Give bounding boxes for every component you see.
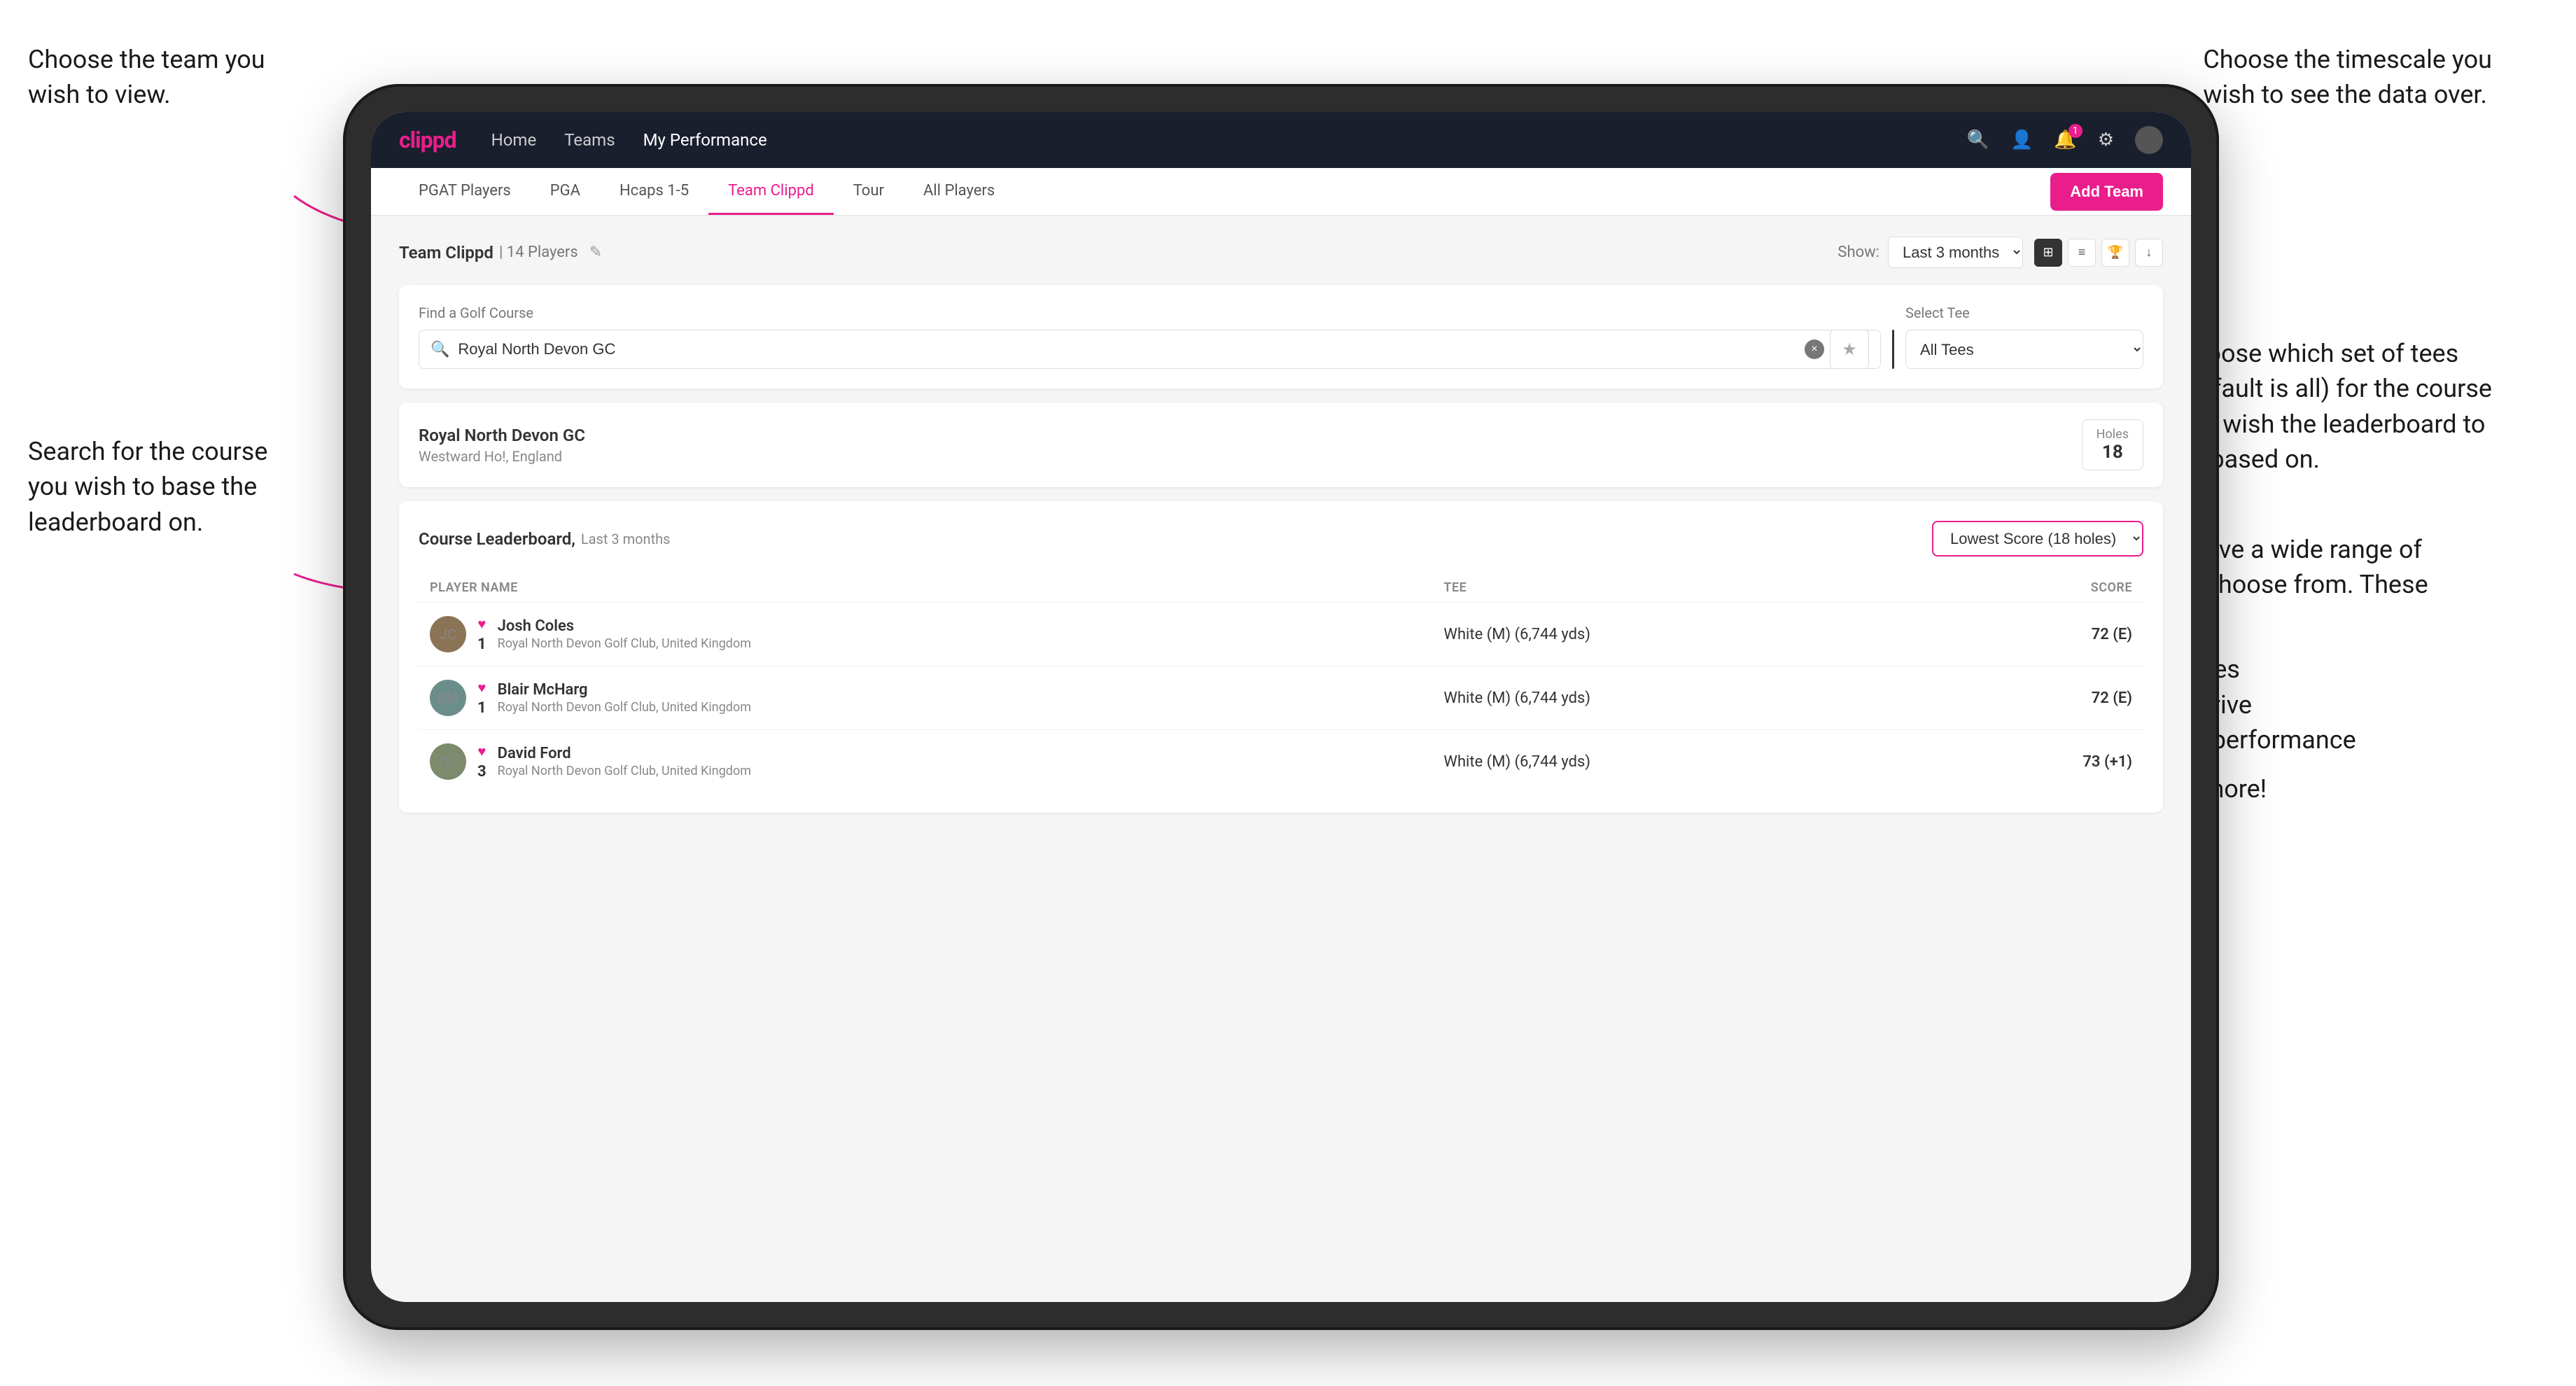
show-select[interactable]: Last 3 months xyxy=(1888,237,2023,268)
holes-count: 18 xyxy=(2102,442,2123,463)
heart-icon: ♥ xyxy=(477,743,486,760)
sub-nav-tabs: PGAT Players PGA Hcaps 1-5 Team Clippd T… xyxy=(399,168,1014,215)
holes-label: Holes xyxy=(2096,427,2129,442)
nav-my-performance[interactable]: My Performance xyxy=(643,130,767,150)
find-course-label: Find a Golf Course xyxy=(419,304,1821,321)
player-details: Blair McHarg Royal North Devon Golf Club… xyxy=(498,681,751,715)
edit-team-icon[interactable]: ✎ xyxy=(589,244,602,261)
heart-icon: ♥ xyxy=(477,615,486,633)
player-club: Royal North Devon Golf Club, United King… xyxy=(498,636,751,651)
course-location: Westward Ho!, England xyxy=(419,448,2082,465)
search-icon[interactable]: 🔍 xyxy=(1967,130,1989,150)
col-tee: TEE xyxy=(1432,573,1931,603)
player-name: Blair McHarg xyxy=(498,681,751,699)
annotation-top-left: Choose the team you wish to view. xyxy=(28,42,265,113)
player-score: 73 (+1) xyxy=(1931,730,2143,794)
download-button[interactable]: ↓ xyxy=(2135,239,2163,267)
user-icon[interactable]: 👤 xyxy=(2010,130,2033,150)
heart-icon: ♥ xyxy=(477,679,486,696)
tab-all-players[interactable]: All Players xyxy=(904,168,1014,215)
select-tee-label: Select Tee xyxy=(1905,304,2143,321)
player-details: David Ford Royal North Devon Golf Club, … xyxy=(498,745,751,778)
navbar: clippd Home Teams My Performance 🔍 👤 🔔 1… xyxy=(371,112,2191,168)
favourite-button[interactable]: ★ xyxy=(1830,330,1869,369)
tab-team-clippd[interactable]: Team Clippd xyxy=(708,168,834,215)
search-card-labels: Find a Golf Course Select Tee xyxy=(419,304,2143,321)
settings-icon[interactable]: ⚙ xyxy=(2098,130,2114,150)
player-rank-section: ♥ 3 xyxy=(477,743,486,780)
leaderboard-table: PLAYER NAME TEE SCORE JC ♥ 1 xyxy=(419,573,2143,793)
annotation-mid-left: Search for the course you wish to base t… xyxy=(28,434,267,540)
nav-icons: 🔍 👤 🔔 1 ⚙ xyxy=(1967,126,2163,154)
notification-badge: 1 xyxy=(2068,124,2082,138)
holes-badge: Holes 18 xyxy=(2082,419,2143,470)
player-rank-section: ♥ 1 xyxy=(477,615,486,653)
nav-links: Home Teams My Performance xyxy=(491,130,767,150)
course-result: Royal North Devon GC Westward Ho!, Engla… xyxy=(399,402,2163,487)
course-info: Royal North Devon GC Westward Ho!, Engla… xyxy=(419,426,2082,465)
team-count: | 14 Players xyxy=(499,244,578,261)
app-container: clippd Home Teams My Performance 🔍 👤 🔔 1… xyxy=(371,112,2191,1302)
list-view-button[interactable]: ≡ xyxy=(2068,239,2096,267)
tab-pga[interactable]: PGA xyxy=(531,168,600,215)
score-type-select[interactable]: Lowest Score (18 holes) xyxy=(1932,521,2143,556)
annotation-mid-right: Choose which set of tees (default is all… xyxy=(2176,336,2492,477)
table-row: DF ♥ 3 David Ford Royal North Devon Golf… xyxy=(419,730,2143,794)
player-rank: 3 xyxy=(477,763,486,780)
table-row: JC ♥ 1 Josh Coles Royal North Devon Golf… xyxy=(419,603,2143,666)
avatar[interactable] xyxy=(2135,126,2163,154)
player-avatar: DF xyxy=(430,743,466,780)
player-score: 72 (E) xyxy=(1931,666,2143,730)
player-details: Josh Coles Royal North Devon Golf Club, … xyxy=(498,617,751,651)
course-name: Royal North Devon GC xyxy=(419,426,2082,445)
col-player: PLAYER NAME xyxy=(419,573,1432,603)
annotation-top-right: Choose the timescale you wish to see the… xyxy=(2203,42,2492,113)
search-card: Find a Golf Course Select Tee 🔍 × ★ All … xyxy=(399,285,2163,388)
team-header: Team Clippd | 14 Players ✎ Show: Last 3 … xyxy=(399,237,2163,268)
main-content: Team Clippd | 14 Players ✎ Show: Last 3 … xyxy=(371,216,2191,1302)
player-name: Josh Coles xyxy=(498,617,751,635)
leaderboard-subtitle: Last 3 months xyxy=(581,531,671,547)
player-rank: 1 xyxy=(477,636,486,653)
nav-teams[interactable]: Teams xyxy=(564,130,615,150)
player-club: Royal North Devon Golf Club, United King… xyxy=(498,700,751,715)
course-search-input[interactable] xyxy=(458,340,1805,358)
player-avatar: BM xyxy=(430,680,466,716)
search-input-wrapper: 🔍 × ★ xyxy=(419,330,1881,369)
player-tee: White (M) (6,744 yds) xyxy=(1432,730,1931,794)
search-row: 🔍 × ★ All Tees xyxy=(419,330,2143,369)
player-rank-section: ♥ 1 xyxy=(477,679,486,717)
player-club: Royal North Devon Golf Club, United King… xyxy=(498,764,751,778)
search-icon: 🔍 xyxy=(430,341,449,358)
tab-pgat-players[interactable]: PGAT Players xyxy=(399,168,531,215)
tab-hcaps[interactable]: Hcaps 1-5 xyxy=(600,168,708,215)
player-rank: 1 xyxy=(477,699,486,717)
sub-nav: PGAT Players PGA Hcaps 1-5 Team Clippd T… xyxy=(371,168,2191,216)
col-score: SCORE xyxy=(1931,573,2143,603)
player-tee: White (M) (6,744 yds) xyxy=(1432,603,1931,666)
tee-select[interactable]: All Tees xyxy=(1905,330,2143,369)
leaderboard-header: Course Leaderboard, Last 3 months Lowest… xyxy=(419,521,2143,556)
add-team-button[interactable]: Add Team xyxy=(2050,173,2163,211)
player-score: 72 (E) xyxy=(1931,603,2143,666)
player-avatar: JC xyxy=(430,616,466,652)
bell-icon[interactable]: 🔔 1 xyxy=(2054,130,2076,150)
leaderboard-title: Course Leaderboard, xyxy=(419,529,575,549)
tablet-frame: clippd Home Teams My Performance 🔍 👤 🔔 1… xyxy=(343,84,2219,1330)
divider xyxy=(1892,330,1894,369)
tablet-screen: clippd Home Teams My Performance 🔍 👤 🔔 1… xyxy=(371,112,2191,1302)
player-name: David Ford xyxy=(498,745,751,762)
leaderboard-card: Course Leaderboard, Last 3 months Lowest… xyxy=(399,501,2163,813)
player-tee: White (M) (6,744 yds) xyxy=(1432,666,1931,730)
grid-view-button[interactable]: ⊞ xyxy=(2034,239,2062,267)
table-row: BM ♥ 1 Blair McHarg Royal North Devon Go… xyxy=(419,666,2143,730)
view-icons: ⊞ ≡ 🏆 ↓ xyxy=(2034,239,2163,267)
tab-tour[interactable]: Tour xyxy=(834,168,904,215)
app-logo: clippd xyxy=(399,127,456,153)
clear-search-button[interactable]: × xyxy=(1805,340,1824,359)
nav-home[interactable]: Home xyxy=(491,130,537,150)
trophy-view-button[interactable]: 🏆 xyxy=(2101,239,2129,267)
team-title: Team Clippd xyxy=(399,243,493,262)
show-label: Show: xyxy=(1837,244,1879,261)
